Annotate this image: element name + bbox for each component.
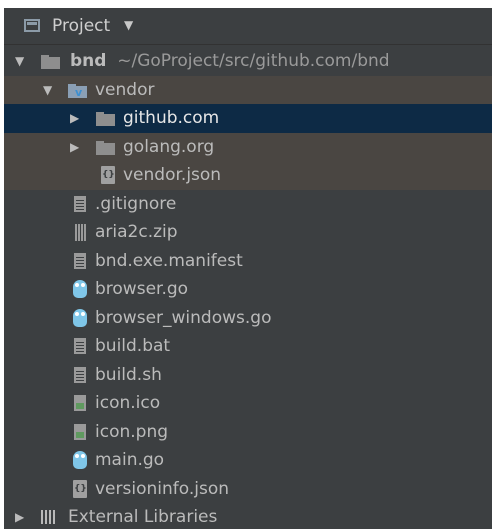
folder-icon — [96, 140, 115, 155]
expand-arrow-icon[interactable]: ▼ — [15, 54, 24, 68]
tree-item-build-bat[interactable]: build.bat — [4, 332, 492, 361]
tree-item-label: build.sh — [95, 364, 162, 385]
tree-item-icon-png[interactable]: icon.png — [4, 418, 492, 447]
tree-item-versioninfo-json[interactable]: versioninfo.json — [4, 475, 492, 504]
text-file-icon — [74, 195, 86, 212]
tree-item-vendor-json[interactable]: vendor.json — [4, 161, 492, 190]
header-divider — [4, 44, 492, 45]
tree-item-label: bnd ~/GoProject/src/github.com/bnd — [70, 50, 390, 72]
root-folder-name: bnd — [70, 51, 107, 71]
root-folder-path: ~/GoProject/src/github.com/bnd — [117, 51, 390, 71]
vendor-folder-icon: v — [68, 83, 87, 98]
folder-icon — [96, 112, 115, 126]
expand-arrow-icon[interactable]: ▶ — [15, 510, 24, 524]
text-file-icon — [74, 338, 86, 354]
tree-item-bnd-exe-manifest[interactable]: bnd.exe.manifest — [4, 247, 492, 276]
tree-item-label: icon.ico — [95, 393, 161, 413]
go-file-icon — [73, 280, 87, 298]
tree-item-label: aria2c.zip — [95, 222, 178, 242]
tree-item-label: .gitignore — [95, 193, 177, 214]
text-file-icon — [74, 252, 86, 269]
tree-item-aria2c-zip[interactable]: aria2c.zip — [4, 218, 492, 247]
image-file-icon — [74, 395, 86, 411]
tree-item-main-go[interactable]: main.go — [4, 446, 492, 475]
folder-icon — [41, 55, 60, 69]
tree-item-gitignore[interactable]: .gitignore — [4, 190, 492, 219]
tree-item-icon-ico[interactable]: icon.ico — [4, 389, 492, 418]
tree-item-label: bnd.exe.manifest — [95, 250, 243, 271]
tree-item-browser-go[interactable]: browser.go — [4, 275, 492, 304]
tree-item-root[interactable]: ▼ bnd ~/GoProject/src/github.com/bnd — [4, 47, 492, 76]
expand-arrow-icon[interactable]: ▶ — [70, 140, 79, 154]
tree-item-label: main.go — [95, 450, 165, 470]
tree-item-label: github.com — [123, 108, 220, 128]
tree-item-label: browser.go — [95, 279, 189, 299]
text-file-icon — [74, 366, 86, 383]
json-file-icon — [73, 479, 87, 498]
image-file-icon — [74, 423, 86, 440]
tree-item-build-sh[interactable]: build.sh — [4, 361, 492, 390]
project-view-header[interactable]: Project ▼ — [4, 8, 492, 44]
archive-file-icon — [75, 224, 86, 241]
expand-arrow-icon[interactable]: ▼ — [43, 83, 52, 97]
library-icon — [41, 510, 57, 524]
project-window-icon — [24, 19, 40, 32]
tree-item-label: golang.org — [123, 136, 215, 157]
tree-item-label: icon.png — [95, 421, 169, 442]
expand-arrow-icon[interactable]: ▶ — [70, 111, 79, 125]
project-panel: Project ▼ ▼ bnd ~/GoProject/src/github.c… — [4, 8, 492, 529]
tree-item-github-com[interactable]: ▶ github.com — [4, 104, 492, 133]
tree-item-browser-windows-go[interactable]: browser_windows.go — [4, 304, 492, 333]
go-file-icon — [73, 308, 87, 327]
chevron-down-icon[interactable]: ▼ — [124, 18, 133, 32]
tree-item-label: vendor — [95, 79, 155, 100]
tree-item-golang-org[interactable]: ▶ golang.org — [4, 132, 492, 161]
project-view-title[interactable]: Project — [52, 16, 110, 36]
tree-item-label: vendor.json — [123, 165, 222, 185]
tree-item-label: browser_windows.go — [95, 307, 272, 328]
go-file-icon — [73, 451, 87, 469]
tree-item-label: versioninfo.json — [95, 478, 230, 499]
tree-item-external-libraries[interactable]: ▶ External Libraries — [4, 503, 492, 529]
tree-item-label: External Libraries — [68, 507, 218, 527]
json-file-icon — [101, 166, 115, 184]
tree-item-label: build.bat — [95, 336, 171, 356]
tree-item-vendor[interactable]: ▼ v vendor — [4, 75, 492, 104]
